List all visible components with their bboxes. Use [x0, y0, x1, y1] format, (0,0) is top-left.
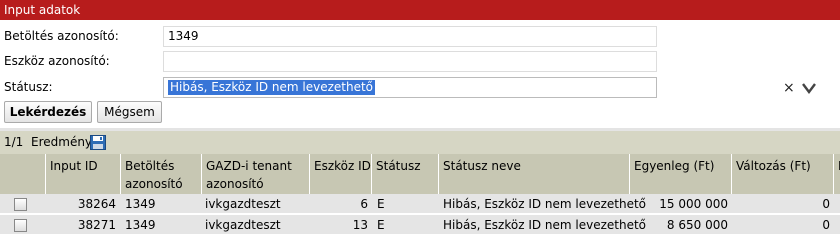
results-label: Eredmény: [31, 135, 93, 149]
cell-egyenleg: 8 650 000: [666, 218, 728, 232]
save-icon[interactable]: [90, 135, 106, 150]
col-egyenleg[interactable]: Egyenleg (Ft): [629, 154, 731, 194]
table-header: Input ID Betöltés azonosító GAZD-i tenan…: [0, 154, 840, 194]
cell-valtozas: 0: [822, 218, 830, 232]
row-checkbox[interactable]: [14, 198, 27, 211]
col-input-id[interactable]: Input ID: [45, 154, 120, 194]
query-button[interactable]: Lekérdezés: [4, 101, 92, 123]
clear-icon[interactable]: ×: [783, 79, 795, 97]
table-row[interactable]: 38271 1349 ivkgazdteszt 13 E Hibás, Eszk…: [0, 215, 840, 235]
betoltes-label: Betöltés azonosító:: [4, 29, 119, 43]
row-checkbox[interactable]: [14, 219, 27, 232]
cell-statusz: E: [377, 218, 385, 232]
cell-input-id: 38271: [77, 218, 116, 232]
cell-input-id: 38264: [77, 197, 116, 211]
cell-statusz: E: [377, 197, 385, 211]
chevron-down-icon[interactable]: [802, 82, 816, 94]
cell-statusz-neve: Hibás, Eszköz ID nem levezethető: [443, 197, 647, 211]
col-extra[interactable]: I: [833, 154, 840, 194]
betoltes-row: Betöltés azonosító: 1349: [0, 24, 840, 48]
eszkoz-row: Eszköz azonosító:: [0, 49, 840, 73]
betoltes-input[interactable]: 1349: [163, 26, 657, 47]
cell-gazd: ivkgazdteszt: [205, 197, 281, 211]
eszkoz-label: Eszköz azonosító:: [4, 54, 110, 68]
col-betoltes[interactable]: Betöltés azonosító: [120, 154, 201, 194]
col-gazd[interactable]: GAZD-i tenant azonosító: [201, 154, 309, 194]
filter-form: Betöltés azonosító: 1349 Eszköz azonosít…: [0, 20, 840, 128]
cell-statusz-neve: Hibás, Eszköz ID nem levezethető: [443, 218, 647, 232]
results-page: 1/1: [4, 135, 24, 149]
statusz-selected-value: Hibás, Eszköz ID nem levezethető: [168, 80, 376, 95]
statusz-select[interactable]: Hibás, Eszköz ID nem levezethető ×: [163, 77, 816, 98]
cell-eszkoz: 13: [352, 218, 368, 232]
col-statusz-neve[interactable]: Státusz neve: [438, 154, 629, 194]
col-statusz[interactable]: Státusz: [371, 154, 438, 194]
cell-gazd: ivkgazdteszt: [205, 218, 281, 232]
panel-title: Input adatok: [0, 0, 840, 20]
cancel-button[interactable]: Mégsem: [97, 101, 162, 123]
eszkoz-input[interactable]: [163, 51, 657, 72]
cell-eszkoz: 6: [360, 197, 368, 211]
cell-betoltes: 1349: [125, 218, 156, 232]
statusz-row: Státusz: Hibás, Eszköz ID nem levezethet…: [0, 75, 840, 99]
col-valtozas[interactable]: Változás (Ft): [731, 154, 833, 194]
col-eszkoz[interactable]: Eszköz ID: [309, 154, 371, 194]
cell-valtozas: 0: [822, 197, 830, 211]
results-bar: 1/1 Eredmény: [0, 131, 840, 154]
statusz-label: Státusz:: [4, 80, 53, 94]
cell-betoltes: 1349: [125, 197, 156, 211]
cell-egyenleg: 15 000 000: [659, 197, 728, 211]
table-row[interactable]: 38264 1349 ivkgazdteszt 6 E Hibás, Eszkö…: [0, 194, 840, 214]
